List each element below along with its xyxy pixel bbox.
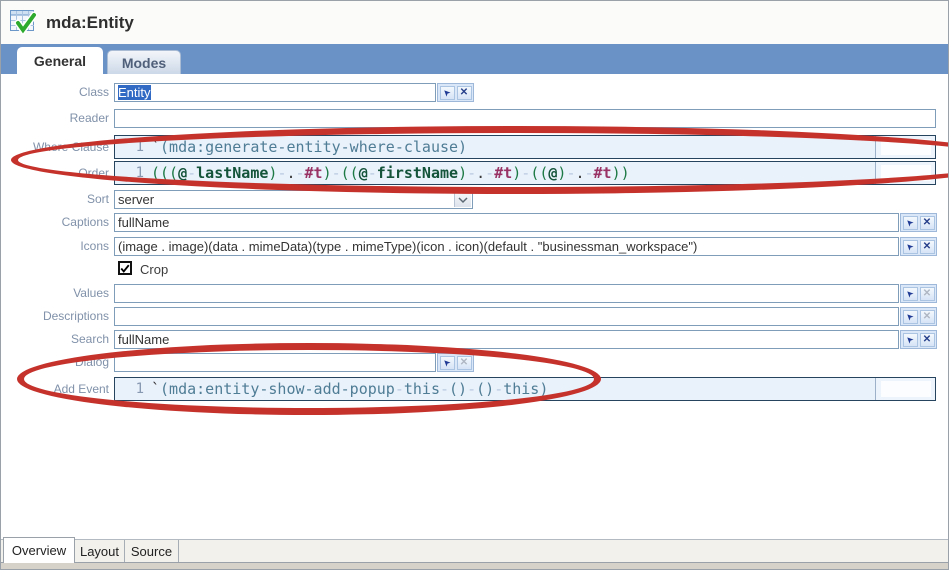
- cursor-arrow-icon: ➤: [904, 217, 916, 229]
- tab-source[interactable]: Source: [125, 540, 179, 562]
- dialog-input[interactable]: [114, 353, 436, 372]
- icons-value: (image . image)(data . mimeData)(type . …: [118, 239, 697, 254]
- descriptions-label: Descriptions: [1, 309, 109, 323]
- search-button-group: ➤ ✕: [900, 330, 937, 349]
- page-title: mda:Entity: [46, 13, 134, 33]
- dialog-label: Dialog: [1, 355, 109, 369]
- crop-label: Crop: [140, 262, 168, 277]
- top-tab-strip: General Modes: [1, 44, 948, 74]
- picker-button[interactable]: ➤: [440, 86, 455, 100]
- picker-button[interactable]: ➤: [903, 333, 918, 347]
- cursor-arrow-icon: ➤: [441, 357, 453, 369]
- line-number: 1: [115, 165, 151, 181]
- cursor-arrow-icon: ➤: [441, 87, 453, 99]
- icons-label: Icons: [1, 239, 109, 253]
- descriptions-button-group: ➤ ✕: [900, 307, 937, 326]
- picker-button[interactable]: ➤: [903, 310, 918, 324]
- class-label: Class: [1, 85, 109, 99]
- search-value: fullName: [118, 332, 169, 347]
- tab-overview[interactable]: Overview: [3, 537, 75, 563]
- descriptions-input[interactable]: [114, 307, 899, 326]
- order-label: Order: [1, 166, 109, 180]
- editor-side-cell: [875, 162, 935, 184]
- picker-button[interactable]: ➤: [903, 240, 918, 254]
- add-event-editor[interactable]: 1`(mda:entity-show-add-popup-this-()-()-…: [114, 377, 936, 401]
- add-event-code: `(mda:entity-show-add-popup-this-()-()-t…: [151, 380, 548, 398]
- icons-input[interactable]: (image . image)(data . mimeData)(type . …: [114, 237, 899, 256]
- where-clause-label: Where Clause: [1, 140, 109, 154]
- crop-checkbox[interactable]: [118, 261, 132, 275]
- x-icon-gray: ✕: [460, 358, 468, 368]
- clear-button-disabled: ✕: [457, 356, 472, 370]
- clear-button[interactable]: ✕: [920, 216, 935, 230]
- where-clause-editor[interactable]: 1`(mda:generate-entity-where-clause): [114, 135, 936, 159]
- x-icon: ✕: [923, 335, 931, 345]
- picker-button[interactable]: ➤: [903, 216, 918, 230]
- cursor-arrow-icon: ➤: [904, 241, 916, 253]
- x-icon: ✕: [460, 88, 468, 98]
- x-icon-gray: ✕: [923, 312, 931, 322]
- selected-text: Entity: [118, 85, 151, 100]
- captions-button-group: ➤ ✕: [900, 213, 937, 232]
- x-icon-gray: ✕: [923, 289, 931, 299]
- order-editor[interactable]: 1(((@-lastName)-.-#t)-((@-firstName)-.-#…: [114, 161, 936, 185]
- captions-value: fullName: [118, 215, 169, 230]
- dialog-button-group: ➤ ✕: [437, 353, 474, 372]
- values-button-group: ➤ ✕: [900, 284, 937, 303]
- class-button-group: ➤ ✕: [437, 83, 474, 102]
- tab-general[interactable]: General: [17, 47, 103, 74]
- sort-label: Sort: [1, 192, 109, 206]
- tab-layout[interactable]: Layout: [75, 540, 125, 562]
- dropdown-button[interactable]: [454, 192, 471, 207]
- clear-button[interactable]: ✕: [920, 333, 935, 347]
- search-input[interactable]: fullName: [114, 330, 899, 349]
- add-event-label: Add Event: [1, 382, 109, 396]
- captions-label: Captions: [1, 215, 109, 229]
- icons-button-group: ➤ ✕: [900, 237, 937, 256]
- chevron-down-icon: [458, 196, 468, 204]
- cursor-arrow-icon: ➤: [904, 334, 916, 346]
- tab-modes[interactable]: Modes: [107, 50, 181, 74]
- x-icon: ✕: [923, 218, 931, 228]
- cursor-arrow-icon: ➤: [904, 288, 916, 300]
- line-number: 1: [115, 139, 151, 155]
- values-input[interactable]: [114, 284, 899, 303]
- editor-side-cell: [875, 378, 935, 400]
- status-strip: [1, 563, 948, 570]
- picker-button[interactable]: ➤: [440, 356, 455, 370]
- entity-table-icon: [10, 10, 37, 35]
- bottom-tab-bar: Overview Layout Source: [1, 539, 948, 563]
- clear-button[interactable]: ✕: [457, 86, 472, 100]
- sort-select[interactable]: server: [114, 190, 473, 209]
- sort-selected-value: server: [118, 192, 154, 207]
- line-number: 1: [115, 381, 151, 397]
- check-icon: [120, 264, 130, 273]
- x-icon: ✕: [923, 242, 931, 252]
- order-code: (((@-lastName)-.-#t)-((@-firstName)-.-#t…: [151, 164, 630, 182]
- reader-input[interactable]: [114, 109, 936, 128]
- class-input[interactable]: Entity: [114, 83, 436, 102]
- clear-button-disabled: ✕: [920, 287, 935, 301]
- editor-side-cell: [875, 136, 935, 158]
- title-bar: mda:Entity: [1, 1, 948, 44]
- values-label: Values: [1, 286, 109, 300]
- search-label: Search: [1, 332, 109, 346]
- where-clause-code: `(mda:generate-entity-where-clause): [151, 138, 467, 156]
- cursor-arrow-icon: ➤: [904, 311, 916, 323]
- clear-button-disabled: ✕: [920, 310, 935, 324]
- clear-button[interactable]: ✕: [920, 240, 935, 254]
- reader-label: Reader: [1, 111, 109, 125]
- picker-button[interactable]: ➤: [903, 287, 918, 301]
- entity-editor-window: mda:Entity General Modes Class Entity ➤ …: [0, 0, 949, 570]
- captions-input[interactable]: fullName: [114, 213, 899, 232]
